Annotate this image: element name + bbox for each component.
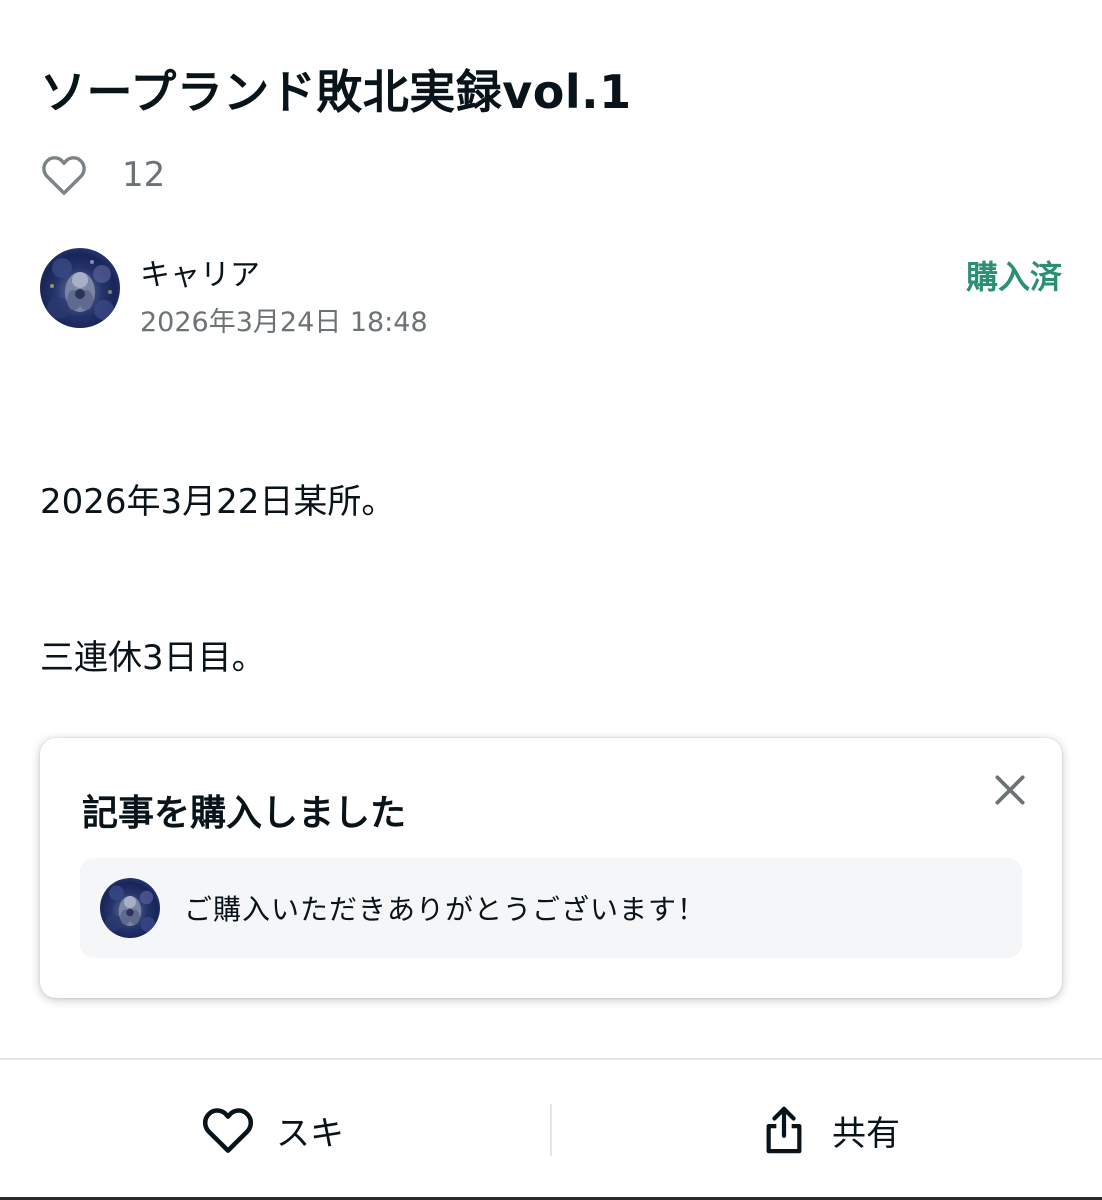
- share-button-label: 共有: [832, 1113, 900, 1154]
- article-paragraph: 2026年3月22日某所。: [40, 482, 396, 522]
- thank-you-message: ご購入いただきありがとうございます！: [80, 858, 1022, 958]
- publish-date: 2026年3月24日 18:48: [140, 307, 428, 338]
- author-name[interactable]: キャリア: [140, 250, 260, 294]
- purchase-complete-card: 記事を購入しました ご購入いただきありがとうございます！: [40, 738, 1062, 998]
- close-icon[interactable]: [988, 768, 1032, 812]
- article-paragraph: 三連休3日目。: [40, 638, 266, 678]
- share-icon: [756, 1102, 812, 1158]
- share-button[interactable]: 共有: [756, 1060, 900, 1200]
- like-row: 12: [40, 150, 165, 200]
- bar-divider: [550, 1104, 552, 1156]
- bottom-action-bar: スキ 共有: [0, 1058, 1102, 1200]
- purchase-card-title: 記事を購入しました: [82, 793, 407, 834]
- like-button-label: スキ: [276, 1113, 344, 1154]
- article-title: ソープランド敗北実録vol.1: [40, 65, 632, 119]
- creator-avatar: [100, 878, 160, 938]
- thank-you-text: ご購入いただきありがとうございます！: [184, 893, 707, 926]
- like-button[interactable]: スキ: [200, 1060, 344, 1200]
- purchased-badge: 購入済: [965, 258, 1062, 296]
- heart-outline-icon[interactable]: [40, 151, 88, 199]
- author-row: キャリア 2026年3月24日 18:48 購入済: [40, 248, 1062, 338]
- like-count: 12: [122, 155, 166, 195]
- author-avatar[interactable]: [40, 248, 120, 328]
- heart-outline-icon: [200, 1102, 256, 1158]
